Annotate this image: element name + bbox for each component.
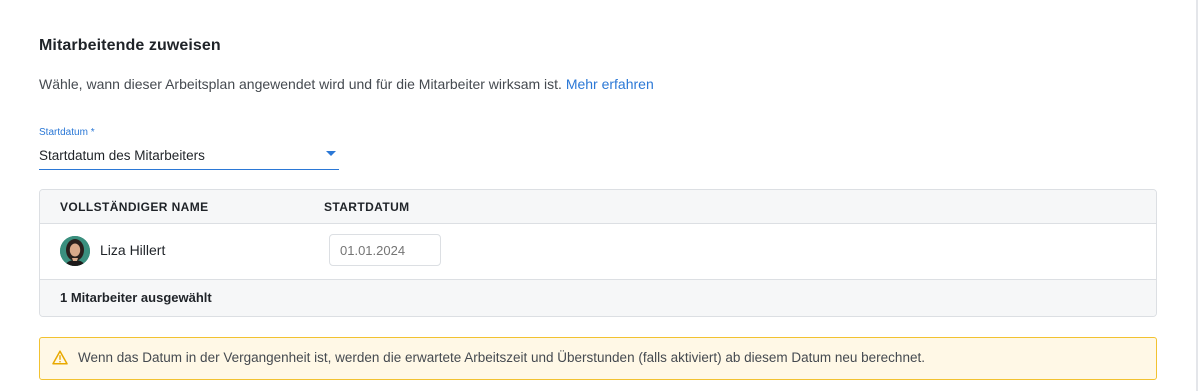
learn-more-link[interactable]: Mehr erfahren [566, 76, 654, 92]
selected-count: 1 Mitarbeiter ausgewählt [60, 290, 212, 305]
warning-alert: Wenn das Datum in der Vergangenheit ist,… [39, 337, 1157, 380]
user-photo-icon [60, 236, 90, 266]
section-title: Mitarbeitende zuweisen [39, 37, 221, 54]
section-description: Wähle, wann dieser Arbeitsplan angewende… [39, 76, 654, 92]
column-header-start-date: STARTDATUM [324, 200, 410, 214]
employees-table: VOLLSTÄNDIGER NAME STARTDATUM Liza Hille… [39, 189, 1157, 317]
start-date-select-value: Startdatum des Mitarbeiters [39, 148, 205, 163]
start-date-select-label: Startdatum * [39, 127, 95, 138]
dropdown-arrow-icon[interactable] [326, 151, 336, 156]
table-row: Liza Hillert [40, 224, 1156, 280]
column-header-full-name: VOLLSTÄNDIGER NAME [60, 200, 209, 214]
table-footer: 1 Mitarbeiter ausgewählt [40, 280, 1156, 316]
description-text: Wähle, wann dieser Arbeitsplan angewende… [39, 76, 562, 92]
warning-icon [52, 350, 68, 370]
start-date-select[interactable]: Startdatum * Startdatum des Mitarbeiters [39, 127, 339, 170]
table-header: VOLLSTÄNDIGER NAME STARTDATUM [40, 190, 1156, 224]
avatar[interactable] [60, 236, 90, 266]
warning-text: Wenn das Datum in der Vergangenheit ist,… [78, 350, 925, 365]
employee-start-date-input[interactable] [329, 234, 441, 266]
employee-name: Liza Hillert [100, 242, 166, 258]
